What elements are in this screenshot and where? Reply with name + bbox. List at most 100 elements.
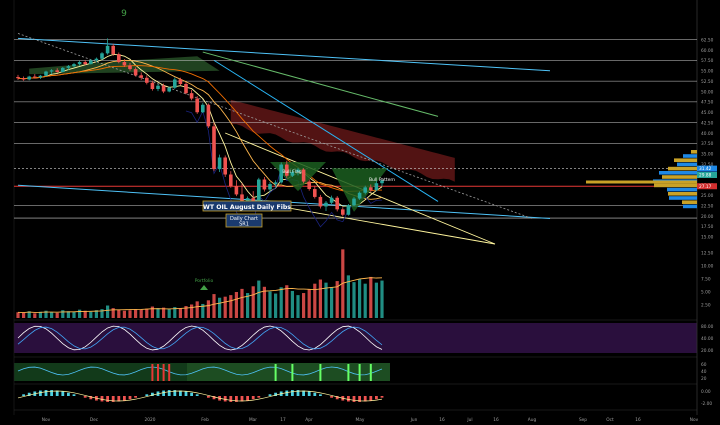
price-tick-label: 62.50 [701,37,714,43]
macd-histogram-bar [347,396,350,402]
candle-body [117,54,121,63]
volume-bar [374,282,378,318]
macd-histogram-bar [223,396,227,402]
macd-histogram-bar [195,394,199,396]
candle-body [21,78,26,80]
candle-body [212,126,216,170]
candle-body [72,64,76,67]
volume-bar [223,296,227,318]
price-tick-label: 52.50 [701,79,714,85]
volume-profile-bar [668,192,697,196]
macd-histogram-bar [330,396,333,398]
volume-tick-label: 10.00 [701,264,714,270]
candle-body [161,85,166,92]
time-axis-label: Oct [606,417,614,423]
volume-bar [134,309,138,318]
volume-profile-poc [586,180,697,184]
title-annotation-text: WT OIL August Daily Fibs [203,204,291,211]
time-axis-label: Nov [690,417,699,423]
candle-body [61,67,65,72]
macd-histogram-bar [313,392,317,396]
volume-bar [128,310,132,318]
ind2-signal-bar [347,364,350,381]
candle-body [352,198,356,206]
volume-bar [318,279,322,318]
macd-histogram-bar [128,396,132,400]
stoch-tick-label: 40.00 [701,336,714,342]
volume-bar [234,292,238,318]
candle-body [262,179,267,190]
time-axis-label: Nov [42,417,51,423]
macd-histogram-bar [72,394,76,396]
macd-histogram-bar [251,396,255,400]
price-tick-label: 15.00 [701,235,714,241]
candle-body [94,58,99,61]
volume-bar [122,310,126,318]
candle-body [329,197,334,203]
candle-body [55,70,59,72]
volume-profile-bar [674,158,697,162]
subtitle-annotation: Daily Chart SR1 [225,213,263,228]
volume-bar [352,282,356,318]
volume-profile-bar [677,162,697,167]
volume-profile-bar [683,154,697,158]
volume-profile-bar [662,175,697,179]
macd-histogram-bar [106,396,109,402]
volume-bar [358,279,362,318]
subtitle-line2: SR1 [239,222,249,228]
volume-bar [22,312,26,318]
candle-body [223,157,227,175]
macd-histogram-bar [44,390,48,396]
macd-histogram-bar [375,396,378,400]
candle-body [307,181,311,190]
macd-histogram-bar [134,396,137,398]
volume-tick-label: 7.50 [701,277,711,283]
price-tick-label: 42.50 [701,120,714,126]
volume-bar [72,311,76,318]
price-tick-label: 50.00 [701,89,714,95]
macd-histogram-bar [22,394,25,396]
price-tag-label: 27.17 [699,184,712,190]
macd-histogram-bar [285,390,289,396]
candle-body [313,189,317,197]
macd-histogram-bar [307,391,311,396]
candle-body [206,104,211,127]
price-tick-label: 60.00 [701,48,714,54]
candle-body [335,197,339,210]
macd-histogram-bar [167,390,171,396]
stoch-tick-label: 80.00 [701,324,714,330]
volume-bar [369,276,373,318]
volume-bar [139,309,143,318]
price-tag-label: 31.42 [699,166,712,172]
volume-bar [212,294,216,318]
candle-body [357,192,362,199]
ind2-signal-bar [274,364,277,381]
candle-body [268,184,272,190]
macd-histogram-bar [190,392,193,396]
wti-oil-daily-chart: 62.50 60.00 57.50 55.00 52.50 50.00 47.50 45.00… [13,0,717,423]
ind2-tick-label: 40 [701,369,707,375]
candle-body [33,76,37,78]
candle-body [38,75,43,78]
candle-body [167,87,171,92]
volume-profile-bar [669,196,697,200]
volume-profile-bar [682,200,697,204]
price-tick-label: 20.00 [701,214,714,220]
candle-body [139,75,143,78]
candle-body [189,93,194,99]
candle-body [234,186,239,195]
macd-histogram-bar [83,396,87,398]
macd-histogram-bar [319,394,322,396]
candle-body [318,196,323,207]
candle-body [122,62,127,66]
candle-body [369,187,373,191]
time-axis-label: May [356,417,365,423]
trendline-mid [213,59,439,202]
time-axis-label: Feb [201,417,209,423]
volume-bar [251,286,255,318]
macd-histogram-bar [380,396,384,398]
time-axis-label: Jun [410,417,418,423]
macd-histogram-bar [67,392,70,396]
ind2-signal-bar [162,364,165,381]
volume-bar [363,283,367,318]
